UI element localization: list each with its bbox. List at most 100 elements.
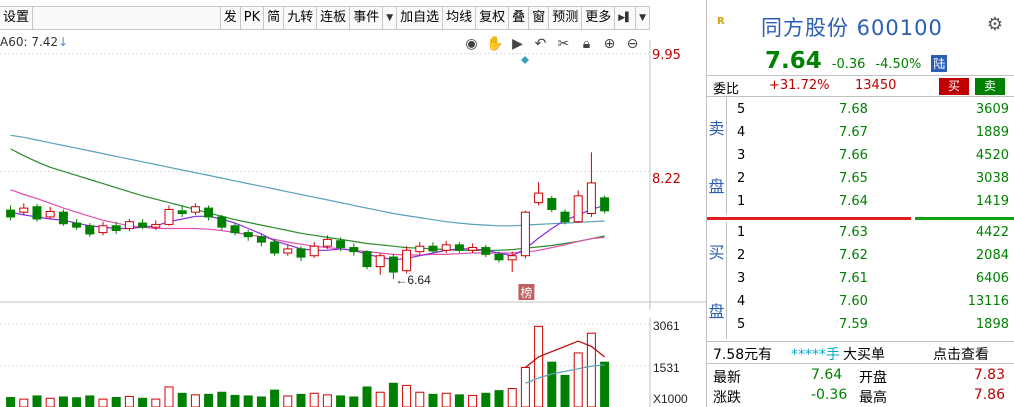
volume-bar <box>547 361 557 407</box>
volume-bar <box>428 393 438 407</box>
stat-label: 最高 <box>859 390 887 406</box>
toolbar-adjust-button[interactable]: 复权 <box>476 7 510 29</box>
candle-body <box>362 251 372 268</box>
candlestick[interactable] <box>428 242 438 254</box>
candlestick[interactable] <box>217 214 227 230</box>
volume-bar <box>164 386 174 407</box>
rank-tag[interactable]: 榜 <box>520 285 532 300</box>
big-order-view-link[interactable]: 点击查看 <box>933 344 989 364</box>
candlestick[interactable] <box>402 246 412 274</box>
candlestick[interactable] <box>72 218 82 230</box>
book-level: 5 <box>737 317 746 332</box>
candlestick[interactable] <box>164 205 174 226</box>
candlestick[interactable] <box>19 203 29 215</box>
big-order-price: 7.58元有 <box>713 347 773 363</box>
candlestick[interactable] <box>468 243 478 254</box>
candlestick[interactable] <box>6 205 16 221</box>
book-row[interactable]: 1 7.64 1419 <box>727 193 1014 212</box>
more-dropdown-icon[interactable]: ▼ <box>636 7 650 29</box>
gear-icon[interactable]: ⚙ <box>987 14 1003 35</box>
play-end-icon[interactable]: ▶▌ <box>615 7 637 29</box>
candle-body <box>111 225 121 232</box>
candlestick[interactable] <box>283 244 293 256</box>
toolbar-jiuzhuan-button[interactable]: 九转 <box>284 7 318 29</box>
volume-bar <box>177 392 187 407</box>
toolbar-overlay-button[interactable]: 叠 <box>509 7 530 29</box>
toolbar-lianban-button[interactable]: 连板 <box>317 7 351 29</box>
book-row[interactable]: 3 7.61 6406 <box>727 270 1014 289</box>
toolbar-pk-button[interactable]: PK <box>241 7 265 29</box>
book-row[interactable]: 3 7.66 4520 <box>727 147 1014 166</box>
book-row[interactable]: 1 7.63 4422 <box>727 224 1014 243</box>
toolbar-window-button[interactable]: 窗 <box>529 7 550 29</box>
candlestick[interactable] <box>270 239 280 256</box>
book-row[interactable]: 5 7.68 3609 <box>727 101 1014 120</box>
buy-button[interactable]: 买 <box>939 78 969 95</box>
volume-bar <box>336 395 346 407</box>
book-volume: 1419 <box>975 194 1009 209</box>
candle-body <box>85 225 95 235</box>
toolbar-simple-button[interactable]: 简 <box>264 7 285 29</box>
volume-chart[interactable]: 3061 1531 X1000 <box>0 318 706 407</box>
candle-body <box>600 197 610 212</box>
book-row[interactable]: 5 7.59 1898 <box>727 316 1014 335</box>
book-row[interactable]: 4 7.67 1889 <box>727 124 1014 143</box>
candlestick[interactable] <box>454 242 464 254</box>
r-badge: R <box>717 16 725 27</box>
stock-title[interactable]: 同方股份 600100 <box>761 12 943 42</box>
divider-red <box>707 217 911 220</box>
volume-bar <box>72 397 82 407</box>
settings-button[interactable]: 设置 <box>0 7 34 29</box>
events-dropdown-icon[interactable]: ▼ <box>383 7 398 29</box>
candlestick[interactable] <box>349 243 359 256</box>
candle-body <box>98 225 108 234</box>
candlestick[interactable] <box>481 244 491 258</box>
candlestick[interactable] <box>124 218 134 232</box>
candlestick[interactable] <box>362 250 372 270</box>
toolbar-ma-button[interactable]: 均线 <box>443 7 477 29</box>
book-row[interactable]: 2 7.65 3038 <box>727 170 1014 189</box>
book-row[interactable]: 2 7.62 2084 <box>727 247 1014 266</box>
candlestick[interactable] <box>45 206 55 219</box>
candle-body <box>322 238 332 247</box>
sell-button[interactable]: 卖 <box>975 78 1005 95</box>
candlestick[interactable] <box>415 242 425 255</box>
big-order-qty: *****手 <box>791 347 840 363</box>
candlestick[interactable] <box>204 205 214 221</box>
candle-body <box>6 209 16 218</box>
volume-bar <box>560 374 570 407</box>
candlestick[interactable] <box>586 152 596 217</box>
toolbar-fa-button[interactable]: 发 <box>221 7 241 29</box>
toolbar-events-button[interactable]: 事件 <box>350 7 384 29</box>
board-badge: 陆 <box>931 55 948 72</box>
candlestick[interactable] <box>573 190 583 224</box>
book-row[interactable]: 4 7.60 13116 <box>727 293 1014 312</box>
candlestick[interactable] <box>534 182 544 206</box>
candlestick[interactable] <box>296 246 306 262</box>
toolbar-more-button[interactable]: 更多 <box>582 7 616 29</box>
candlestick[interactable] <box>560 209 570 225</box>
book-level: 3 <box>737 271 746 286</box>
candlestick[interactable] <box>309 242 319 258</box>
toolbar-forecast-button[interactable]: 预测 <box>549 7 583 29</box>
volume-bar <box>138 397 148 407</box>
candlestick[interactable] <box>32 204 42 222</box>
volume-bar <box>454 394 464 407</box>
price-chart[interactable]: ←6.64 榜 <box>0 40 706 310</box>
sell-side-char-1: 卖 <box>708 119 725 138</box>
candlestick[interactable] <box>600 195 610 214</box>
toolbar-add-watchlist-button[interactable]: 加自选 <box>397 7 444 29</box>
volume-bar <box>362 386 372 407</box>
candlestick[interactable] <box>98 221 108 236</box>
book-price: 7.67 <box>839 125 868 140</box>
candlestick[interactable] <box>243 229 253 241</box>
candlestick[interactable] <box>520 210 530 259</box>
candle-body <box>124 221 134 230</box>
candlestick[interactable] <box>375 253 385 275</box>
candlestick[interactable] <box>190 203 200 215</box>
volume-bar <box>243 395 253 407</box>
candlestick[interactable] <box>547 195 557 213</box>
candle-body <box>573 195 583 223</box>
price-axis-high: 9.95 <box>652 48 681 63</box>
candlestick[interactable] <box>58 209 68 226</box>
